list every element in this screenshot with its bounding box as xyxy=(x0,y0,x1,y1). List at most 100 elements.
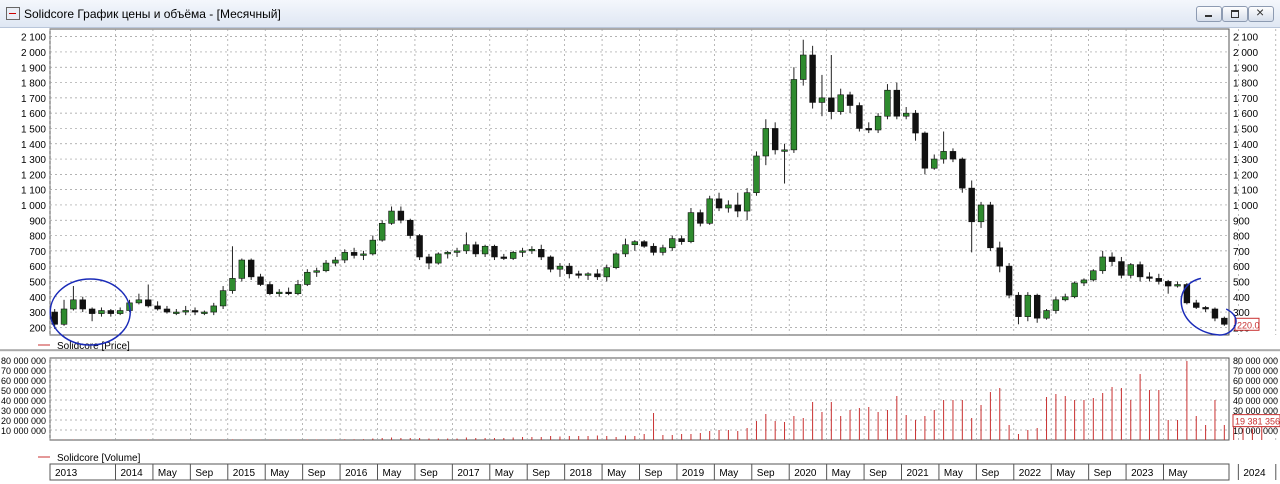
price-candle-body xyxy=(294,284,302,294)
price-candle-body xyxy=(865,128,872,131)
volume-y-tick-right: 50 000 000 xyxy=(1233,386,1278,396)
x-axis-label: 2023 xyxy=(1131,468,1154,479)
price-candle-body xyxy=(818,97,826,103)
price-candle-body xyxy=(397,210,405,221)
price-y-tick-right: 1 700 xyxy=(1233,94,1258,105)
price-candle-body xyxy=(566,265,573,275)
price-candle-body xyxy=(781,149,788,152)
price-candle-body xyxy=(173,311,180,314)
volume-y-tick-right: 10 000 000 xyxy=(1233,426,1278,436)
x-axis-label: Sep xyxy=(308,468,326,479)
price-candle-body xyxy=(472,244,479,255)
price-y-tick-left: 200 xyxy=(29,323,46,334)
price-candle-body xyxy=(425,256,433,264)
price-y-tick-left: 700 xyxy=(29,247,46,258)
close-button[interactable] xyxy=(1248,4,1274,22)
price-legend[interactable]: Solidcore [Price] xyxy=(57,341,130,352)
window-titlebar[interactable]: Solidcore График цены и объёма - [Месячн… xyxy=(0,0,1280,28)
price-candle-body xyxy=(706,198,713,224)
volume-y-tick-left: 50 000 000 xyxy=(1,386,46,396)
volume-y-tick-left: 30 000 000 xyxy=(1,406,46,416)
price-candle-body xyxy=(575,273,582,276)
volume-last-value: 19 381 356 xyxy=(1235,417,1280,427)
price-y-tick-right: 500 xyxy=(1233,277,1250,288)
x-axis-label: Sep xyxy=(420,468,438,479)
x-axis-label: Sep xyxy=(532,468,550,479)
volume-legend[interactable]: Solidcore [Volume] xyxy=(57,453,141,464)
x-axis-label: Sep xyxy=(195,468,213,479)
x-axis-label: May xyxy=(1056,468,1075,479)
volume-y-tick-left: 60 000 000 xyxy=(1,376,46,386)
price-candle-body xyxy=(163,308,171,313)
price-candle-body xyxy=(725,204,732,209)
price-candle-body xyxy=(556,265,564,270)
price-candle-body xyxy=(949,151,957,160)
price-y-tick-left: 1 800 xyxy=(21,79,46,90)
price-candle-body xyxy=(1062,296,1069,301)
price-volume-chart[interactable]: 2002003003004004005005006006007007008008… xyxy=(0,27,1280,484)
minimize-button[interactable] xyxy=(1196,6,1222,22)
price-candle-body xyxy=(481,245,489,255)
price-candle-body xyxy=(247,259,255,278)
price-candle-body xyxy=(154,305,161,310)
price-y-tick-right: 400 xyxy=(1233,293,1250,304)
price-candle-body xyxy=(453,250,461,253)
x-axis-label: 2018 xyxy=(570,468,593,479)
x-axis-label: May xyxy=(1169,468,1188,479)
price-candle-body xyxy=(650,245,657,253)
volume-y-tick-right: 40 000 000 xyxy=(1233,396,1278,406)
price-candle-body xyxy=(743,192,751,212)
price-y-tick-left: 1 100 xyxy=(21,186,46,197)
maximize-button[interactable] xyxy=(1222,6,1248,22)
volume-y-tick-right: 70 000 000 xyxy=(1233,366,1278,376)
price-candle-body xyxy=(1202,307,1209,310)
price-candle-body xyxy=(304,271,311,285)
x-axis-label: May xyxy=(383,468,402,479)
price-y-tick-right: 1 000 xyxy=(1233,201,1258,212)
price-candle-body xyxy=(229,278,236,291)
price-candle-body xyxy=(884,89,891,117)
price-candle-body xyxy=(584,273,592,276)
price-y-tick-left: 1 900 xyxy=(21,63,46,74)
price-y-tick-right: 1 500 xyxy=(1233,124,1258,135)
price-candle-body xyxy=(191,310,199,313)
price-candle-body xyxy=(332,259,339,264)
price-y-tick-left: 2 000 xyxy=(21,48,46,59)
price-candle-body xyxy=(1221,317,1228,325)
price-candle-body xyxy=(1211,308,1219,319)
price-y-tick-left: 900 xyxy=(29,216,46,227)
x-axis-label: May xyxy=(158,468,177,479)
price-candle-body xyxy=(322,262,330,272)
x-axis-label: Sep xyxy=(645,468,663,479)
price-candle-body xyxy=(762,128,770,157)
price-candle-body xyxy=(931,158,938,169)
price-candle-body xyxy=(88,308,96,314)
price-candle-body xyxy=(1174,284,1181,287)
price-candle-body xyxy=(1099,256,1106,272)
price-candle-body xyxy=(369,239,377,255)
price-candle-body xyxy=(285,291,292,294)
price-candle-body xyxy=(70,299,77,310)
price-candle-body xyxy=(519,250,526,253)
price-candle-body xyxy=(491,245,498,258)
price-y-tick-right: 1 200 xyxy=(1233,170,1258,181)
price-candle-body xyxy=(846,94,854,106)
price-candle-body xyxy=(313,270,320,273)
volume-y-tick-right: 80 000 000 xyxy=(1233,356,1278,366)
x-axis-label: 2019 xyxy=(682,468,705,479)
x-axis-label: May xyxy=(719,468,738,479)
price-candle-body xyxy=(500,256,508,259)
price-y-tick-right: 1 100 xyxy=(1233,186,1258,197)
x-axis-label: 2020 xyxy=(794,468,817,479)
price-y-tick-right: 900 xyxy=(1233,216,1250,227)
chart-app-icon xyxy=(6,7,20,20)
price-candle-body xyxy=(1164,281,1172,287)
price-candle-body xyxy=(790,79,798,151)
x-axis-label: Sep xyxy=(981,468,999,479)
price-y-tick-right: 600 xyxy=(1233,262,1250,273)
price-candle-body xyxy=(1193,302,1200,308)
price-candle-body xyxy=(98,310,105,314)
price-candle-body xyxy=(1108,256,1116,262)
price-candle-body xyxy=(659,247,667,253)
price-candle-body xyxy=(360,253,367,256)
